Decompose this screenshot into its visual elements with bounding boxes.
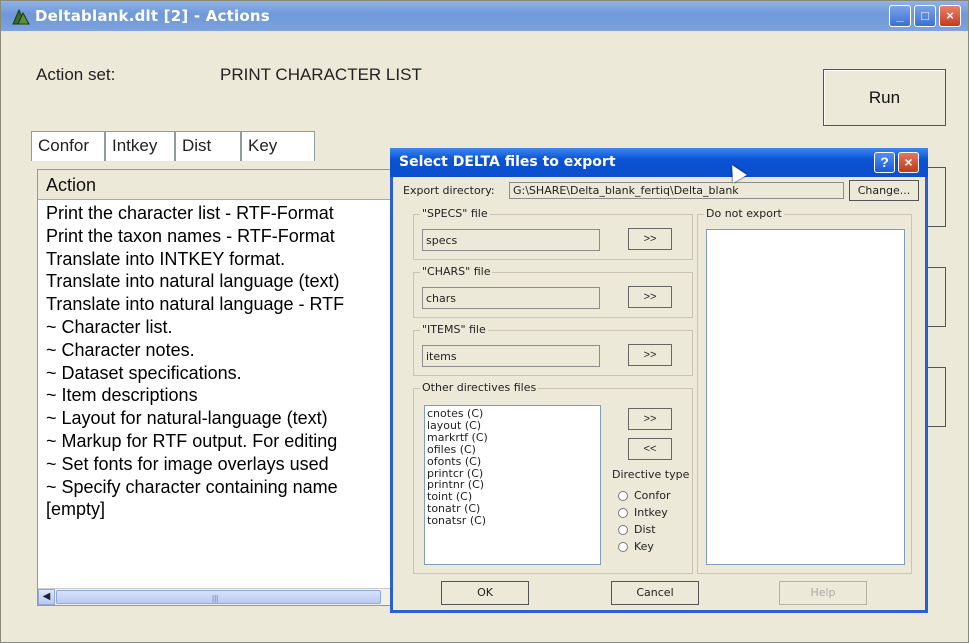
grip-icon: |||: [212, 594, 219, 603]
minimize-button[interactable]: _: [889, 5, 911, 27]
do-not-export-label: Do not export: [704, 207, 784, 220]
dialog-title: Select DELTA files to export: [399, 154, 616, 170]
chars-file-label: "CHARS" file: [420, 265, 493, 278]
radio-icon: [618, 525, 628, 535]
maximize-button[interactable]: □: [914, 5, 936, 27]
action-set-value: PRINT CHARACTER LIST: [220, 65, 422, 84]
items-file-label: "ITEMS" file: [420, 323, 488, 336]
action-item[interactable]: ~ Character notes.: [38, 340, 396, 363]
action-item[interactable]: Translate into natural language (text): [38, 271, 396, 294]
action-item[interactable]: ~ Dataset specifications.: [38, 363, 396, 386]
list-item[interactable]: markrtf (C): [427, 431, 598, 444]
tab-dist[interactable]: Dist: [175, 131, 241, 161]
close-button[interactable]: ×: [939, 5, 961, 27]
delta-app-icon: [12, 8, 30, 25]
side-button-2[interactable]: [926, 267, 946, 327]
radio-intkey[interactable]: Intkey: [618, 506, 668, 519]
specs-file-label: "SPECS" file: [420, 207, 490, 220]
action-item[interactable]: ~ Layout for natural-language (text): [38, 408, 396, 431]
action-item[interactable]: Print the character list - RTF-Format: [38, 203, 396, 226]
cancel-button[interactable]: Cancel: [611, 581, 699, 605]
radio-key[interactable]: Key: [618, 540, 654, 553]
help-button[interactable]: Help: [779, 581, 867, 605]
directive-type-label: Directive type: [612, 468, 690, 481]
list-item[interactable]: tonatsr (C): [427, 515, 598, 527]
action-item[interactable]: Translate into INTKEY format.: [38, 249, 396, 272]
export-directory-label: Export directory:: [403, 184, 495, 197]
action-item[interactable]: Print the taxon names - RTF-Format: [38, 226, 396, 249]
radio-label: Dist: [634, 523, 656, 536]
chars-export-button[interactable]: >>: [628, 286, 672, 308]
radio-dist[interactable]: Dist: [618, 523, 656, 536]
tab-confor[interactable]: Confor: [31, 131, 105, 161]
scroll-left-icon[interactable]: ◀: [38, 589, 55, 605]
radio-icon: [618, 508, 628, 518]
ok-button[interactable]: OK: [441, 581, 529, 605]
dialog-close-button[interactable]: ×: [898, 152, 919, 173]
action-item[interactable]: [empty]: [38, 499, 396, 522]
radio-icon: [618, 491, 628, 501]
dialog-help-button[interactable]: ?: [874, 152, 895, 173]
dialog-title-bar[interactable]: Select DELTA files to export ? ×: [390, 148, 928, 177]
action-list: Print the character list - RTF-Format Pr…: [38, 203, 396, 522]
items-file-group: "ITEMS" file items >>: [413, 323, 693, 376]
export-directory-field[interactable]: G:\SHARE\Delta_blank_fertiq\Delta_blank: [509, 182, 844, 199]
change-button[interactable]: Change...: [849, 180, 919, 201]
items-export-button[interactable]: >>: [628, 344, 672, 366]
action-list-panel: Action Print the character list - RTF-Fo…: [37, 169, 397, 606]
main-window-title: Deltablank.dlt [2] - Actions: [35, 7, 270, 25]
radio-label: Confor: [634, 489, 671, 502]
action-item[interactable]: ~ Markup for RTF output. For editing: [38, 431, 396, 454]
other-directives-group: Other directives files cnotes (C) layout…: [413, 381, 693, 574]
action-column-header[interactable]: Action: [38, 170, 396, 200]
specs-file-group: "SPECS" file specs >>: [413, 207, 693, 260]
chars-file-group: "CHARS" file chars >>: [413, 265, 693, 318]
action-item[interactable]: ~ Item descriptions: [38, 385, 396, 408]
tab-key[interactable]: Key: [241, 131, 315, 161]
tab-intkey[interactable]: Intkey: [105, 131, 175, 161]
radio-icon: [618, 542, 628, 552]
action-item[interactable]: Translate into natural language - RTF: [38, 294, 396, 317]
radio-confor[interactable]: Confor: [618, 489, 671, 502]
radio-label: Key: [634, 540, 654, 553]
items-file-field[interactable]: items: [422, 345, 600, 367]
action-item[interactable]: ~ Specify character containing name: [38, 477, 396, 500]
specs-file-field[interactable]: specs: [422, 229, 600, 251]
list-item[interactable]: ofiles (C): [427, 443, 598, 456]
scroll-thumb[interactable]: |||: [56, 590, 381, 604]
chars-file-field[interactable]: chars: [422, 287, 600, 309]
do-not-export-list[interactable]: [706, 229, 905, 565]
side-button-1[interactable]: [926, 167, 946, 227]
export-dialog: Select DELTA files to export ? × Export …: [390, 148, 928, 613]
side-button-3[interactable]: [926, 367, 946, 427]
list-item[interactable]: ofonts (C): [427, 455, 598, 468]
action-item[interactable]: ~ Character list.: [38, 317, 396, 340]
run-button[interactable]: Run: [823, 69, 946, 126]
other-directives-label: Other directives files: [420, 381, 539, 394]
main-title-bar[interactable]: Deltablank.dlt [2] - Actions _ □ ×: [1, 1, 968, 31]
other-remove-button[interactable]: <<: [628, 438, 672, 460]
horizontal-scrollbar[interactable]: ◀ |||: [38, 588, 396, 605]
action-item[interactable]: ~ Set fonts for image overlays used: [38, 454, 396, 477]
radio-label: Intkey: [634, 506, 668, 519]
action-set-label: Action set:: [36, 65, 116, 84]
do-not-export-group: Do not export: [697, 207, 912, 574]
specs-export-button[interactable]: >>: [628, 228, 672, 250]
other-files-list[interactable]: cnotes (C) layout (C) markrtf (C) ofiles…: [424, 405, 601, 565]
other-add-button[interactable]: >>: [628, 408, 672, 430]
